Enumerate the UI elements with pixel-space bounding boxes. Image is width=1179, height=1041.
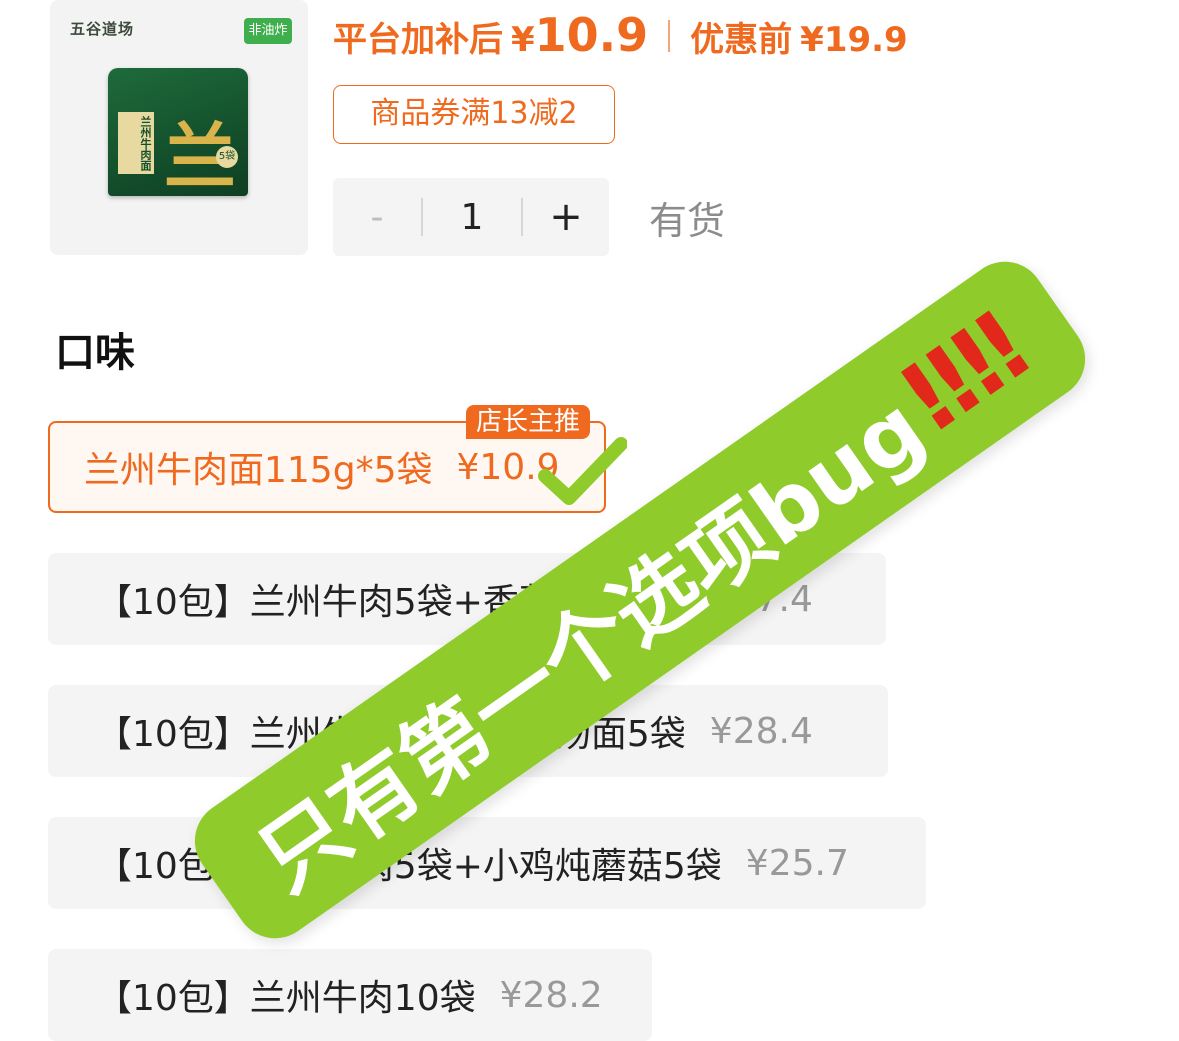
after-subsidy-label: 平台加补后 — [333, 20, 503, 60]
decrease-button[interactable]: - — [333, 197, 421, 238]
flavor-option-price: ¥28.4 — [709, 710, 813, 752]
package-label: 兰州牛肉面 — [118, 112, 154, 174]
flavor-option-5[interactable]: 【10包】兰州牛肉10袋 ¥28.2 — [48, 949, 652, 1041]
brand-logo: 五谷道场 — [70, 20, 135, 38]
quantity-stepper: - 1 + — [333, 178, 609, 256]
check-icon — [538, 437, 627, 505]
flavor-option-4[interactable]: 【10包】兰州牛肉5袋+小鸡炖蘑菇5袋 ¥25.7 — [48, 817, 926, 909]
currency-symbol: ¥ — [511, 20, 535, 60]
increase-button[interactable]: + — [523, 194, 609, 240]
package-badge: 5袋 — [216, 146, 238, 168]
flavor-option-label: 兰州牛肉面115g*5袋 — [84, 450, 433, 491]
coupon-badge[interactable]: 商品券满13减2 — [333, 85, 615, 144]
before-discount-price: ¥19.9 — [800, 20, 908, 60]
flavor-option-price: ¥28.2 — [499, 974, 603, 1016]
product-image[interactable]: 五谷道场 非油炸 兰州牛肉面 兰 5袋 — [50, 0, 308, 255]
before-discount-label: 优惠前 — [690, 20, 793, 60]
non-fried-tag: 非油炸 — [244, 18, 292, 44]
recommended-badge: 店长主推 — [466, 405, 591, 439]
price-divider — [668, 20, 671, 52]
flavor-option-price: ¥25.7 — [745, 842, 849, 884]
flavor-option-label: 【10包】兰州牛肉10袋 — [96, 978, 476, 1019]
price-line: 平台加补后 ¥ 10.9 优惠前 ¥19.9 — [333, 8, 908, 64]
quantity-value[interactable]: 1 — [423, 197, 521, 238]
noodle-package: 兰州牛肉面 兰 5袋 — [108, 68, 248, 199]
stock-status: 有货 — [649, 199, 726, 243]
flavor-title: 口味 — [55, 330, 135, 376]
after-subsidy-price: 10.9 — [534, 8, 649, 62]
